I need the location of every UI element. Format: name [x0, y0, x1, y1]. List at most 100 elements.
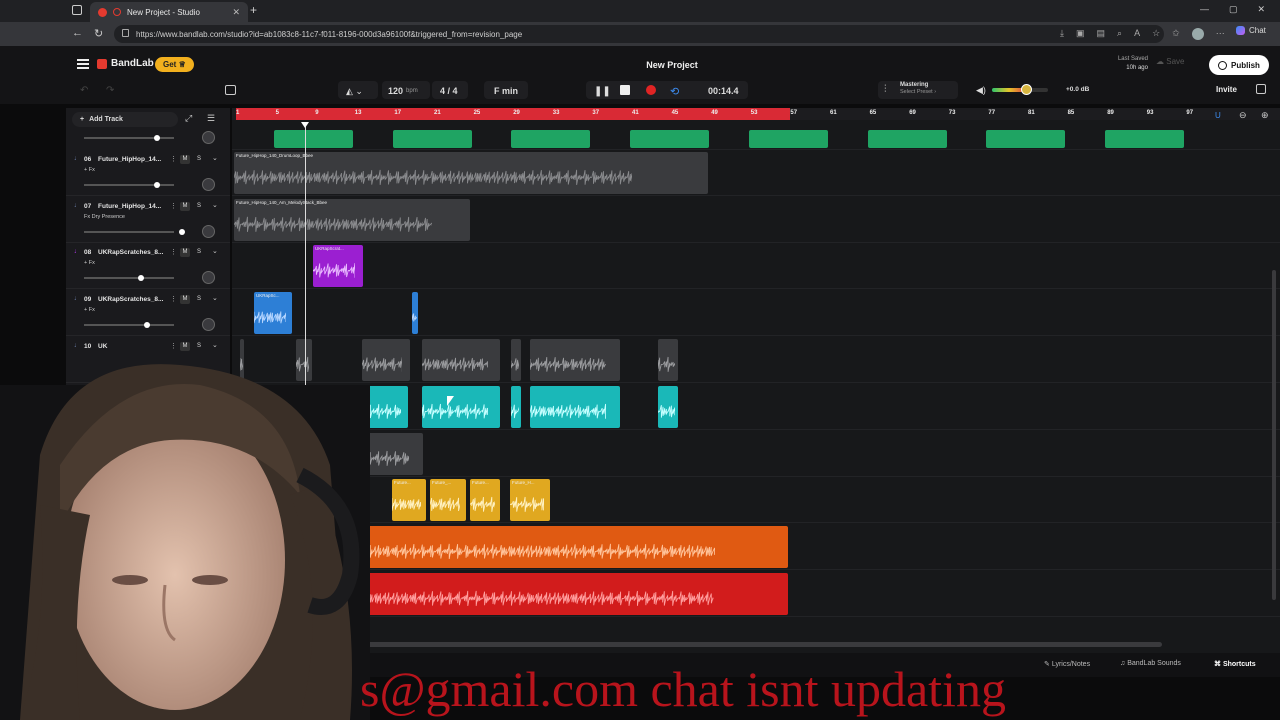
audio-clip[interactable] — [335, 526, 788, 568]
undo-icon[interactable]: ↶ — [80, 85, 88, 96]
horizontal-scrollbar[interactable] — [232, 642, 1162, 647]
reader-icon[interactable]: A — [1134, 28, 1140, 40]
url-field[interactable]: https://www.bandlab.com/studio?id=ab1083… — [114, 25, 1164, 43]
audio-clip[interactable] — [325, 573, 788, 615]
pan-knob[interactable] — [202, 178, 215, 191]
sidebar-toggle-icon[interactable] — [72, 5, 82, 15]
fx-button[interactable]: Fx Dry Presence — [84, 214, 125, 220]
track-row-09[interactable]: ♩ 09 UKRapScratches_8... ⋮ M S ⌄ + Fx — [66, 290, 230, 336]
mute-button[interactable]: M — [180, 155, 190, 164]
close-window-icon[interactable]: ✕ — [1258, 4, 1266, 15]
chevron-down-icon[interactable]: ⌄ — [212, 247, 218, 255]
pan-knob[interactable] — [202, 318, 215, 331]
audio-clip[interactable] — [422, 386, 500, 428]
track-title[interactable]: UKRapScratches_8... — [98, 249, 163, 256]
download-icon[interactable]: ⤓ — [1060, 28, 1064, 40]
volume-slider[interactable] — [84, 275, 174, 281]
audio-clip[interactable] — [658, 386, 678, 428]
mixer-toggle-icon[interactable] — [225, 85, 236, 95]
automation-icon[interactable]: ⤢ — [185, 113, 192, 124]
track-row-07[interactable]: ♩ 07 Future_HipHop_14... ⋮ M S ⌄ Fx Dry Presenc… — [66, 197, 230, 243]
audio-clip[interactable] — [412, 292, 418, 334]
zoom-icon[interactable]: ⌕ — [1117, 28, 1122, 40]
tempo-display[interactable]: 120 bpm — [388, 84, 418, 98]
bandlab-sounds-button[interactable]: ♫ BandLab Sounds — [1120, 660, 1181, 667]
lyrics-notes-button[interactable]: ✎ Lyrics/Notes — [1044, 660, 1090, 668]
midi-clip[interactable] — [630, 130, 710, 148]
copilot-chat-button[interactable]: Chat — [1236, 26, 1266, 35]
chevron-down-icon[interactable]: ⌄ — [212, 154, 218, 162]
magnet-snap-icon[interactable]: U — [1215, 111, 1221, 120]
audio-clip[interactable] — [530, 386, 620, 428]
master-volume-thumb[interactable] — [1020, 84, 1032, 95]
midi-clip[interactable] — [392, 130, 472, 148]
audio-clip[interactable] — [658, 339, 678, 381]
more-icon[interactable]: ⋯ — [1216, 28, 1225, 40]
metronome-icon[interactable]: ◭ ⌄ — [346, 84, 363, 98]
track-lane[interactable] — [232, 290, 1280, 336]
minimize-icon[interactable]: — — [1200, 4, 1209, 15]
track-more-icon[interactable]: ⋮ — [170, 155, 177, 163]
time-signature[interactable]: 4 / 4 — [440, 84, 458, 98]
menu-icon[interactable] — [77, 59, 89, 69]
volume-slider[interactable] — [84, 229, 185, 235]
track-lane[interactable] — [232, 243, 1280, 289]
track-row-08[interactable]: ♩ 08 UKRapScratches_8... ⋮ M S ⌄ + Fx — [66, 243, 230, 289]
vertical-scrollbar[interactable] — [1272, 270, 1276, 600]
speaker-icon[interactable]: ◀) — [976, 85, 986, 96]
publish-button[interactable]: Publish — [1209, 55, 1269, 75]
audio-clip[interactable] — [530, 339, 620, 381]
audio-clip[interactable] — [511, 339, 521, 381]
reload-icon[interactable]: ↻ — [94, 27, 103, 40]
volume-slider[interactable] — [84, 182, 174, 188]
audio-clip[interactable] — [511, 386, 521, 428]
fx-button[interactable]: + Fx — [84, 167, 95, 173]
audio-clip[interactable]: Future... — [392, 479, 426, 521]
redo-icon[interactable]: ↷ — [106, 85, 114, 96]
apps-icon[interactable]: ▤ — [1097, 28, 1106, 40]
audio-clip[interactable]: UKRapSc... — [254, 292, 292, 334]
volume-slider-05[interactable] — [84, 135, 174, 141]
bandlab-logo[interactable]: BandLab — [97, 58, 154, 69]
solo-button[interactable]: S — [194, 248, 204, 257]
track-name[interactable]: 08 — [84, 249, 91, 256]
chevron-down-icon[interactable]: ⌄ — [212, 201, 218, 209]
track-row-06[interactable]: ♩ 06 Future_HipHop_14... ⋮ M S ⌄ + Fx — [66, 150, 230, 196]
solo-button[interactable]: S — [194, 202, 204, 211]
browser-tab[interactable]: New Project - Studio ✕ — [90, 2, 248, 22]
chevron-down-icon[interactable]: ⌄ — [212, 294, 218, 302]
track-more-icon[interactable]: ⋮ — [170, 295, 177, 303]
midi-clip[interactable] — [511, 130, 591, 148]
audio-clip[interactable]: Future_... — [430, 479, 466, 521]
project-title[interactable]: New Project — [600, 60, 744, 70]
notifications-icon[interactable] — [1256, 84, 1266, 94]
solo-button[interactable]: S — [194, 155, 204, 164]
track-name[interactable]: 06 — [84, 156, 91, 163]
profile-avatar[interactable] — [1191, 28, 1204, 40]
track-lane[interactable] — [232, 477, 1280, 523]
audio-clip[interactable]: UKRapScrat... — [313, 245, 363, 287]
midi-clip[interactable] — [867, 130, 947, 148]
audio-clip[interactable]: Future_HipHop_140_Am_MelodyStack_Bbee — [234, 199, 470, 241]
get-membership-button[interactable]: Get ♕ — [155, 57, 194, 72]
mute-button[interactable]: M — [180, 295, 190, 304]
playhead-marker-icon[interactable] — [301, 122, 309, 128]
midi-clip[interactable] — [1104, 130, 1184, 148]
solo-button[interactable]: S — [194, 295, 204, 304]
close-tab-icon[interactable]: ✕ — [232, 7, 240, 18]
track-more-icon[interactable]: ⋮ — [170, 248, 177, 256]
shortcuts-button[interactable]: ⌘ Shortcuts — [1214, 660, 1256, 668]
track-title[interactable]: Future_HipHop_14... — [98, 203, 161, 210]
track-title[interactable]: Future_HipHop_14... — [98, 156, 161, 163]
track-more-icon[interactable]: ⋮ — [170, 202, 177, 210]
pan-knob[interactable] — [202, 271, 215, 284]
back-icon[interactable]: ← — [72, 27, 83, 39]
maximize-icon[interactable]: ▢ — [1229, 4, 1238, 15]
loop-button[interactable]: ⟲ — [670, 84, 679, 98]
extension-icon[interactable]: ▣ — [1076, 28, 1085, 40]
master-volume-slider[interactable] — [992, 84, 1048, 95]
pan-knob-05[interactable] — [202, 131, 215, 144]
invite-button[interactable]: Invite — [1216, 85, 1237, 94]
midi-clip[interactable] — [986, 130, 1066, 148]
audio-clip[interactable] — [422, 339, 500, 381]
